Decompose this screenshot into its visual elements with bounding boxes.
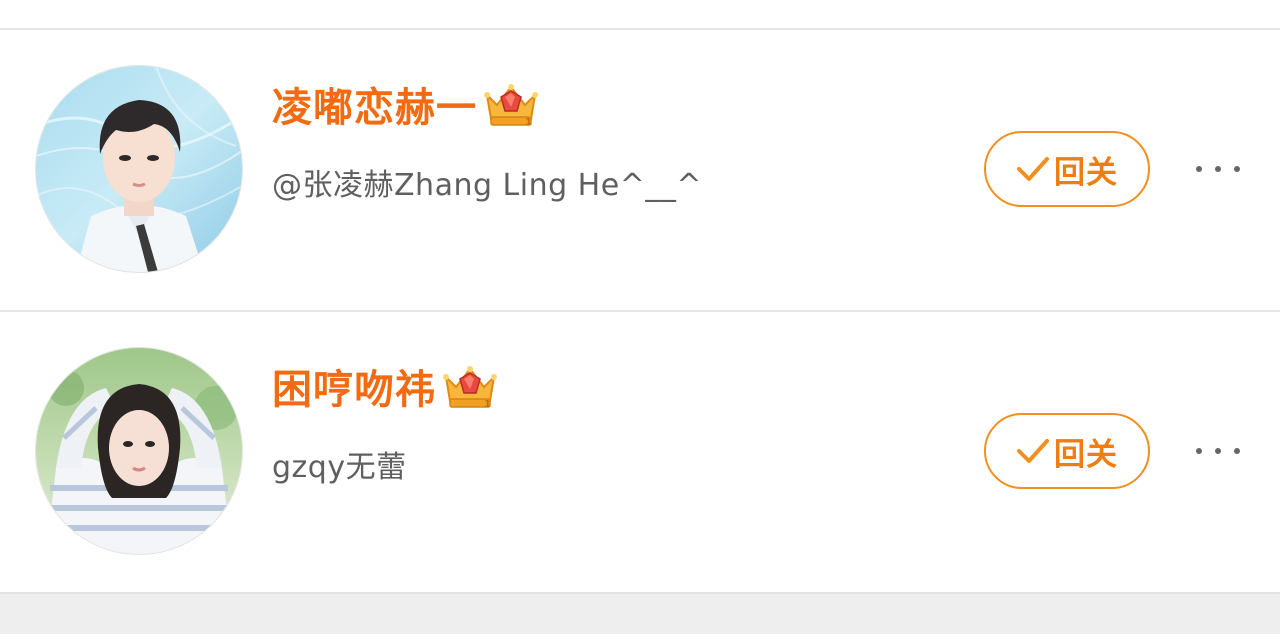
more-icon[interactable] (1196, 154, 1240, 184)
user-subtitle: gzqy无蕾 (272, 450, 407, 485)
follow-back-button[interactable]: 回关 (984, 413, 1150, 489)
user-name[interactable]: 凌嘟恋赫一 (272, 75, 477, 133)
more-dot (1196, 166, 1202, 172)
crown-ruby-icon: 1 (440, 361, 500, 411)
name-line: 凌嘟恋赫一 1 (272, 76, 541, 132)
avatar[interactable] (36, 348, 242, 554)
more-dot (1215, 166, 1221, 172)
svg-text:1: 1 (484, 399, 491, 410)
list-item[interactable]: 困哼吻祎 1 gzqy无蕾 回关 (0, 312, 1280, 592)
user-name[interactable]: 困哼吻祎 (272, 357, 436, 415)
more-icon[interactable] (1196, 436, 1240, 466)
check-icon (1017, 439, 1049, 463)
follow-back-label: 回关 (1054, 436, 1118, 473)
bottom-area (0, 592, 1280, 634)
more-dot (1215, 448, 1221, 454)
svg-text:1: 1 (525, 117, 532, 128)
avatar[interactable] (36, 66, 242, 272)
top-divider (0, 0, 1280, 30)
more-dot (1196, 448, 1202, 454)
list-item[interactable]: 凌嘟恋赫一 1 @张凌赫Zhang Ling He^__^ 回关 (0, 30, 1280, 310)
follower-list-page: 凌嘟恋赫一 1 @张凌赫Zhang Ling He^__^ 回关 困哼吻祎 1 … (0, 0, 1280, 634)
follow-back-label: 回关 (1054, 154, 1118, 191)
user-subtitle: @张凌赫Zhang Ling He^__^ (272, 168, 702, 203)
more-dot (1234, 448, 1240, 454)
check-icon (1017, 157, 1049, 181)
more-dot (1234, 166, 1240, 172)
crown-ruby-icon: 1 (481, 79, 541, 129)
follow-back-button[interactable]: 回关 (984, 131, 1150, 207)
name-line: 困哼吻祎 1 (272, 358, 500, 414)
